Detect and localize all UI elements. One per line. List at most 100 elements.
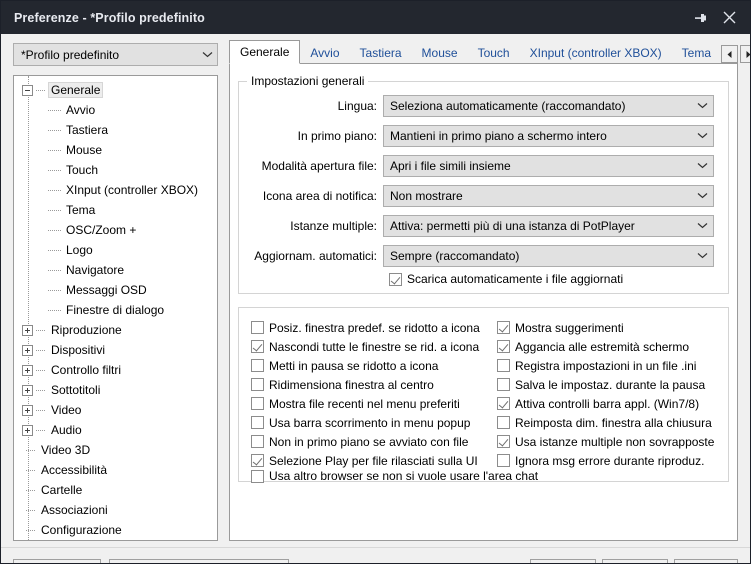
setting-select[interactable]: Apri i file simili insieme	[383, 154, 714, 177]
download-updates-checkbox[interactable]: Scarica automaticamente i file aggiornat…	[389, 272, 623, 286]
tree-item-label: Generale	[48, 82, 104, 98]
expand-icon[interactable]	[22, 364, 33, 376]
setting-select[interactable]: Mantieni in primo piano a schermo intero	[383, 124, 714, 147]
option-checkbox[interactable]: Non in primo piano se avviato con file	[251, 432, 480, 451]
tree-item-riproduzione[interactable]: Riproduzione	[14, 320, 217, 340]
checkbox-box	[251, 435, 264, 448]
tree-item-osc-zoom[interactable]: OSC/Zoom +	[14, 220, 217, 240]
checkbox-box	[389, 272, 402, 286]
tree-item-label: Mouse	[66, 143, 103, 157]
pin-icon[interactable]	[688, 5, 714, 31]
expand-icon[interactable]	[22, 424, 33, 436]
option-label: Selezione Play per file rilasciati sulla…	[269, 453, 478, 468]
tab-mouse[interactable]: Mouse	[412, 42, 468, 64]
triangle-left-icon[interactable]	[721, 45, 739, 63]
option-checkbox[interactable]: Attiva controlli barra appl. (Win7/8)	[497, 394, 714, 413]
expand-icon[interactable]	[22, 384, 33, 396]
option-checkbox[interactable]: Salva le impostaz. durante la pausa	[497, 375, 714, 394]
tab-xinput-controller-xbox[interactable]: XInput (controller XBOX)	[520, 42, 672, 64]
use-other-browser-checkbox[interactable]: Usa altro browser se non si vuole usare …	[251, 469, 538, 483]
export-profile-button[interactable]: Esporta profilo corrente...	[109, 559, 289, 563]
tree-item-accessibilit[interactable]: Accessibilità	[14, 460, 217, 480]
tree-item-messaggi-osd[interactable]: Messaggi OSD	[14, 280, 217, 300]
chevron-down-icon	[691, 192, 713, 199]
tree-guide-dash	[48, 289, 61, 291]
tree-item-navigatore[interactable]: Navigatore	[14, 260, 217, 280]
expand-icon[interactable]	[22, 404, 33, 416]
tree-item-touch[interactable]: Touch	[14, 160, 217, 180]
use-other-browser-label: Usa altro browser se non si vuole usare …	[269, 469, 539, 483]
tree-item-screen-saver[interactable]: Screen Saver	[14, 540, 217, 541]
cancel-button[interactable]: Annulla	[602, 559, 668, 563]
tree-item-controllo-filtri[interactable]: Controllo filtri	[14, 360, 217, 380]
option-checkbox[interactable]: Reimposta dim. finestra alla chiusura	[497, 413, 714, 432]
option-checkbox[interactable]: Mostra suggerimenti	[497, 318, 714, 337]
setting-select[interactable]: Seleziona automaticamente (raccomandato)	[383, 94, 714, 117]
profile-select[interactable]: *Profilo predefinito	[13, 43, 218, 66]
setting-select[interactable]: Sempre (raccomandato)	[383, 244, 714, 267]
expand-icon[interactable]	[22, 344, 33, 356]
triangle-right-icon[interactable]	[740, 45, 750, 63]
option-checkbox[interactable]: Usa barra scorrimento in menu popup	[251, 413, 480, 432]
tree-item-configurazione[interactable]: Configurazione	[14, 520, 217, 540]
option-label: Ridimensiona finestra al centro	[269, 377, 434, 392]
tree-guide-dash	[48, 129, 61, 131]
option-checkbox[interactable]: Ridimensiona finestra al centro	[251, 375, 480, 394]
tree-item-dispositivi[interactable]: Dispositivi	[14, 340, 217, 360]
tree-item-audio[interactable]: Audio	[14, 420, 217, 440]
tab-label: XInput (controller XBOX)	[529, 46, 662, 60]
close-icon[interactable]	[716, 5, 742, 31]
setting-select[interactable]: Non mostrare	[383, 184, 714, 207]
tree-item-avvio[interactable]: Avvio	[14, 100, 217, 120]
tree-guide-dash	[48, 209, 61, 211]
tree-guide-dash	[26, 449, 35, 451]
tree-item-video[interactable]: Video	[14, 400, 217, 420]
tree-item-associazioni[interactable]: Associazioni	[14, 500, 217, 520]
tree-item-tema[interactable]: Tema	[14, 200, 217, 220]
option-checkbox[interactable]: Registra impostazioni in un file .ini	[497, 356, 714, 375]
tree-item-logo[interactable]: Logo	[14, 240, 217, 260]
tree-item-mouse[interactable]: Mouse	[14, 140, 217, 160]
option-label: Nascondi tutte le finestre se rid. a ico…	[269, 339, 480, 354]
option-label: Posiz. finestra predef. se ridotto a ico…	[269, 320, 480, 335]
restore-button[interactable]: Ripristina	[13, 559, 101, 563]
option-checkbox[interactable]: Posiz. finestra predef. se ridotto a ico…	[251, 318, 480, 337]
tree-item-generale[interactable]: Generale	[14, 80, 217, 100]
option-checkbox[interactable]: Mostra file recenti nel menu preferiti	[251, 394, 480, 413]
setting-select-value: Non mostrare	[390, 188, 463, 203]
option-checkbox[interactable]: Aggancia alle estremità schermo	[497, 337, 714, 356]
apply-button[interactable]: Applica	[674, 559, 738, 563]
tree-item-xinput-controller-xbox[interactable]: XInput (controller XBOX)	[14, 180, 217, 200]
tab-touch[interactable]: Touch	[468, 42, 520, 64]
tree-guide-dash	[26, 489, 35, 491]
checkbox-box	[251, 397, 264, 410]
tab-avvio[interactable]: Avvio	[300, 42, 349, 64]
profile-select-value: *Profilo predefinito	[21, 47, 120, 62]
checkbox-box	[497, 397, 510, 410]
ok-button[interactable]: OK	[530, 559, 596, 563]
tree-item-tastiera[interactable]: Tastiera	[14, 120, 217, 140]
option-checkbox[interactable]: Metti in pausa se ridotto a icona	[251, 356, 480, 375]
tree-item-cartelle[interactable]: Cartelle	[14, 480, 217, 500]
general-settings-group: Impostazioni generali Lingua: Seleziona a…	[238, 74, 729, 294]
setting-select-value: Seleziona automaticamente (raccomandato)	[390, 98, 626, 113]
tab-tema[interactable]: Tema	[672, 42, 721, 64]
option-label: Usa barra scorrimento in menu popup	[269, 415, 471, 430]
tab-label: Generale	[240, 45, 290, 59]
collapse-icon[interactable]	[22, 84, 33, 96]
option-checkbox[interactable]: Selezione Play per file rilasciati sulla…	[251, 451, 480, 470]
option-checkbox[interactable]: Usa istanze multiple non sovrapposte	[497, 432, 714, 451]
option-checkbox[interactable]: Nascondi tutte le finestre se rid. a ico…	[251, 337, 480, 356]
tree-item-sottotitoli[interactable]: Sottotitoli	[14, 380, 217, 400]
tab-generale[interactable]: Generale	[229, 40, 301, 64]
setting-select[interactable]: Attiva: permetti più di una istanza di P…	[383, 214, 714, 237]
tree-item-video-3d[interactable]: Video 3D	[14, 440, 217, 460]
tab-tastiera[interactable]: Tastiera	[350, 42, 412, 64]
window-body: *Profilo predefinito Generale Avvio Tastie…	[1, 34, 750, 563]
settings-tree[interactable]: Generale Avvio Tastiera Mouse Touch XInput (c…	[13, 75, 218, 541]
tree-item-label: Sottotitoli	[51, 383, 101, 397]
option-checkbox[interactable]: Ignora msg errore durante riproduz.	[497, 451, 714, 470]
preferences-window: Preferenze - *Profilo predefinito *Profi…	[0, 0, 751, 564]
tree-item-finestre-di-dialogo[interactable]: Finestre di dialogo	[14, 300, 217, 320]
expand-icon[interactable]	[22, 324, 33, 336]
